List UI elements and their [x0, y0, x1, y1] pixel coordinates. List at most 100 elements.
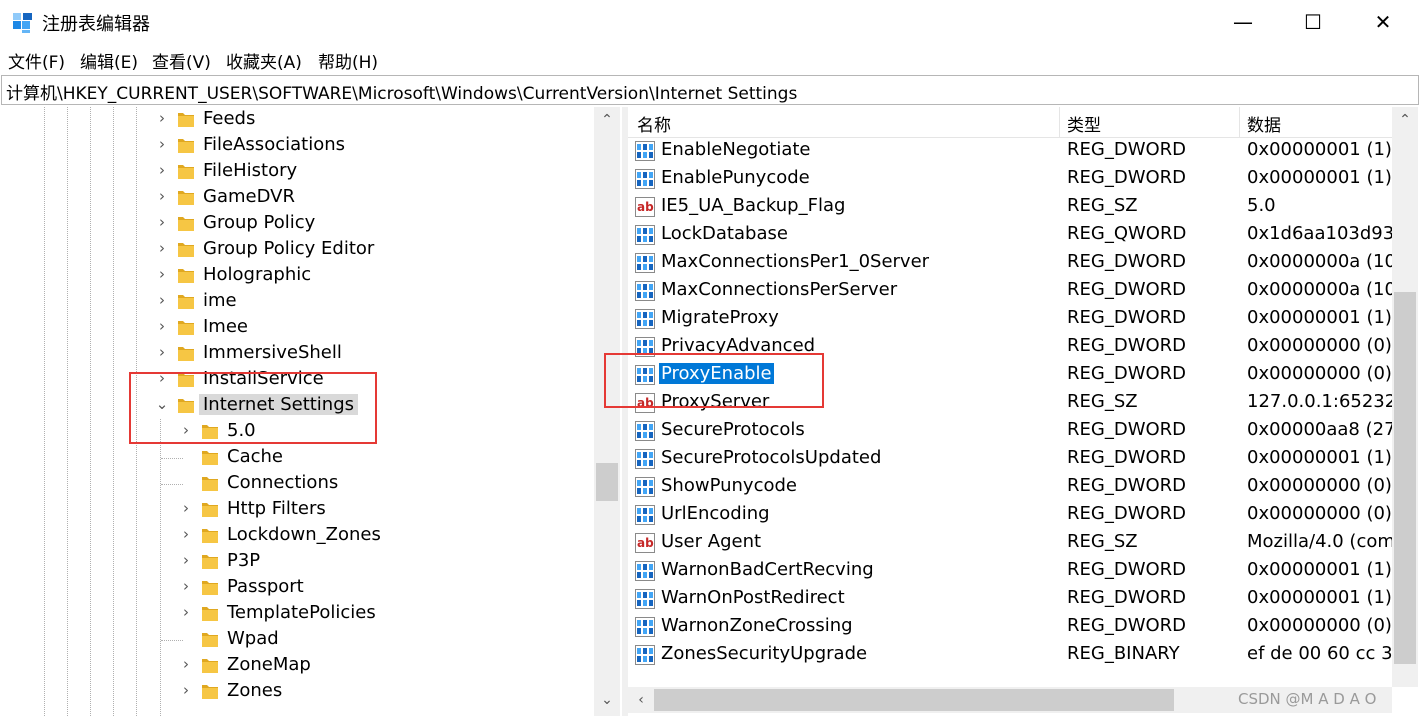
- menu-edit[interactable]: 编辑(E): [80, 48, 138, 73]
- value-name[interactable]: MigrateProxy: [659, 307, 781, 328]
- value-row[interactable]: ZonesSecurityUpgrade REG_BINARY ef de 00 6…: [628, 641, 1392, 669]
- value-data[interactable]: 0x00000001 (1): [1247, 559, 1392, 580]
- address-path[interactable]: 计算机\HKEY_CURRENT_USER\SOFTWARE\Microsoft…: [6, 79, 797, 104]
- tree-node[interactable]: › ime: [0, 289, 560, 315]
- tree-node-label[interactable]: Passport: [223, 576, 308, 597]
- tree-node-label[interactable]: Group Policy Editor: [199, 238, 378, 259]
- value-data[interactable]: 0x00000001 (1): [1247, 587, 1392, 608]
- value-name[interactable]: MaxConnectionsPer1_0Server: [659, 251, 931, 272]
- value-type[interactable]: REG_DWORD: [1067, 559, 1186, 580]
- tree-node-label[interactable]: Group Policy: [199, 212, 319, 233]
- value-data[interactable]: 127.0.0.1:65232...: [1247, 391, 1392, 412]
- scroll-down-icon[interactable]: ⌄: [594, 687, 620, 713]
- value-name[interactable]: ZonesSecurityUpgrade: [659, 643, 869, 664]
- expand-chevron-icon[interactable]: ›: [177, 655, 195, 675]
- value-type[interactable]: REG_DWORD: [1067, 419, 1186, 440]
- value-name[interactable]: LockDatabase: [659, 223, 790, 244]
- tree-node[interactable]: › FileAssociations: [0, 133, 560, 159]
- value-data[interactable]: Mozilla/4.0 (com: [1247, 531, 1392, 552]
- value-row[interactable]: LockDatabase REG_QWORD 0x1d6aa103d930: [628, 221, 1392, 249]
- value-row[interactable]: ab IE5_UA_Backup_Flag REG_SZ 5.0: [628, 193, 1392, 221]
- value-row[interactable]: MigrateProxy REG_DWORD 0x00000001 (1): [628, 305, 1392, 333]
- value-type[interactable]: REG_QWORD: [1067, 223, 1186, 244]
- value-data[interactable]: 0x00000aa8 (272: [1247, 419, 1392, 440]
- value-data[interactable]: 0x0000000a (10): [1247, 251, 1392, 272]
- tree-node[interactable]: › Imee: [0, 315, 560, 341]
- tree-node-label[interactable]: Connections: [223, 472, 342, 493]
- value-type[interactable]: REG_BINARY: [1067, 643, 1180, 664]
- tree-node-label[interactable]: ZoneMap: [223, 654, 315, 675]
- expand-chevron-icon[interactable]: ›: [153, 161, 171, 181]
- value-data[interactable]: 0x00000000 (0): [1247, 475, 1392, 496]
- value-type[interactable]: REG_DWORD: [1067, 587, 1186, 608]
- value-name[interactable]: WarnonZoneCrossing: [659, 615, 855, 636]
- value-type[interactable]: REG_DWORD: [1067, 447, 1186, 468]
- value-row[interactable]: MaxConnectionsPer1_0Server REG_DWORD 0x000…: [628, 249, 1392, 277]
- value-type[interactable]: REG_DWORD: [1067, 167, 1186, 188]
- value-type[interactable]: REG_DWORD: [1067, 615, 1186, 636]
- tree-node-label[interactable]: Http Filters: [223, 498, 330, 519]
- value-type[interactable]: REG_SZ: [1067, 195, 1138, 216]
- scroll-up-icon[interactable]: ⌃: [1392, 107, 1418, 133]
- tree-node-label[interactable]: ime: [199, 290, 241, 311]
- tree-node[interactable]: Connections: [0, 471, 560, 497]
- tree-node[interactable]: › Http Filters: [0, 497, 560, 523]
- value-name[interactable]: SecureProtocols: [659, 419, 807, 440]
- value-data[interactable]: 0x0000000a (10): [1247, 279, 1392, 300]
- minimize-button[interactable]: —: [1208, 0, 1278, 44]
- value-type[interactable]: REG_SZ: [1067, 391, 1138, 412]
- tree-node-label[interactable]: P3P: [223, 550, 264, 571]
- value-name[interactable]: MaxConnectionsPerServer: [659, 279, 899, 300]
- tree-node-label[interactable]: Zones: [223, 680, 286, 701]
- expand-chevron-icon[interactable]: ›: [153, 291, 171, 311]
- value-name[interactable]: WarnOnPostRedirect: [659, 587, 847, 608]
- value-name[interactable]: ShowPunycode: [659, 475, 799, 496]
- value-row[interactable]: EnablePunycode REG_DWORD 0x00000001 (1): [628, 165, 1392, 193]
- value-name[interactable]: IE5_UA_Backup_Flag: [659, 195, 847, 216]
- value-data[interactable]: 0x00000000 (0): [1247, 503, 1392, 524]
- value-data[interactable]: 0x00000001 (1): [1247, 447, 1392, 468]
- value-type[interactable]: REG_DWORD: [1067, 503, 1186, 524]
- value-row[interactable]: SecureProtocols REG_DWORD 0x00000aa8 (272: [628, 417, 1392, 445]
- value-type[interactable]: REG_DWORD: [1067, 251, 1186, 272]
- tree-node-label[interactable]: Lockdown_Zones: [223, 524, 385, 545]
- value-data[interactable]: 5.0: [1247, 195, 1392, 216]
- value-row[interactable]: ShowPunycode REG_DWORD 0x00000000 (0): [628, 473, 1392, 501]
- tree-node[interactable]: › FileHistory: [0, 159, 560, 185]
- tree-node-label[interactable]: Wpad: [223, 628, 283, 649]
- tree-scroll-thumb[interactable]: [596, 463, 618, 501]
- value-data[interactable]: 0x00000000 (0): [1247, 363, 1392, 384]
- value-name[interactable]: EnableNegotiate: [659, 139, 813, 160]
- expand-chevron-icon[interactable]: ›: [177, 577, 195, 597]
- scroll-up-icon[interactable]: ⌃: [594, 107, 620, 133]
- close-button[interactable]: ✕: [1348, 0, 1418, 44]
- value-name[interactable]: EnablePunycode: [659, 167, 812, 188]
- expand-chevron-icon[interactable]: ›: [177, 525, 195, 545]
- value-row[interactable]: WarnonBadCertRecving REG_DWORD 0x00000001 …: [628, 557, 1392, 585]
- value-row[interactable]: UrlEncoding REG_DWORD 0x00000000 (0): [628, 501, 1392, 529]
- tree-node[interactable]: › Lockdown_Zones: [0, 523, 560, 549]
- expand-chevron-icon[interactable]: ›: [153, 317, 171, 337]
- column-header-name[interactable]: 名称: [637, 111, 671, 136]
- tree-node[interactable]: › Holographic: [0, 263, 560, 289]
- value-type[interactable]: REG_DWORD: [1067, 307, 1186, 328]
- tree-node-label[interactable]: FileAssociations: [199, 134, 349, 155]
- column-header-type[interactable]: 类型: [1067, 111, 1101, 136]
- expand-chevron-icon[interactable]: ›: [153, 135, 171, 155]
- tree-node[interactable]: › TemplatePolicies: [0, 601, 560, 627]
- value-name[interactable]: WarnonBadCertRecving: [659, 559, 876, 580]
- value-data[interactable]: 0x00000000 (0): [1247, 335, 1392, 356]
- value-type[interactable]: REG_DWORD: [1067, 335, 1186, 356]
- tree-node[interactable]: › Feeds: [0, 107, 560, 133]
- value-row[interactable]: EnableNegotiate REG_DWORD 0x00000001 (1): [628, 137, 1392, 165]
- tree-node[interactable]: › Group Policy: [0, 211, 560, 237]
- tree-node[interactable]: › ImmersiveShell: [0, 341, 560, 367]
- menu-help[interactable]: 帮助(H): [318, 48, 378, 73]
- tree-node-label[interactable]: GameDVR: [199, 186, 299, 207]
- address-bar[interactable]: 计算机\HKEY_CURRENT_USER\SOFTWARE\Microsoft…: [1, 75, 1419, 105]
- expand-chevron-icon[interactable]: ›: [177, 681, 195, 701]
- value-data[interactable]: 0x00000000 (0): [1247, 615, 1392, 636]
- column-divider[interactable]: [1239, 107, 1240, 137]
- value-type[interactable]: REG_DWORD: [1067, 363, 1186, 384]
- tree-node[interactable]: Wpad: [0, 627, 560, 653]
